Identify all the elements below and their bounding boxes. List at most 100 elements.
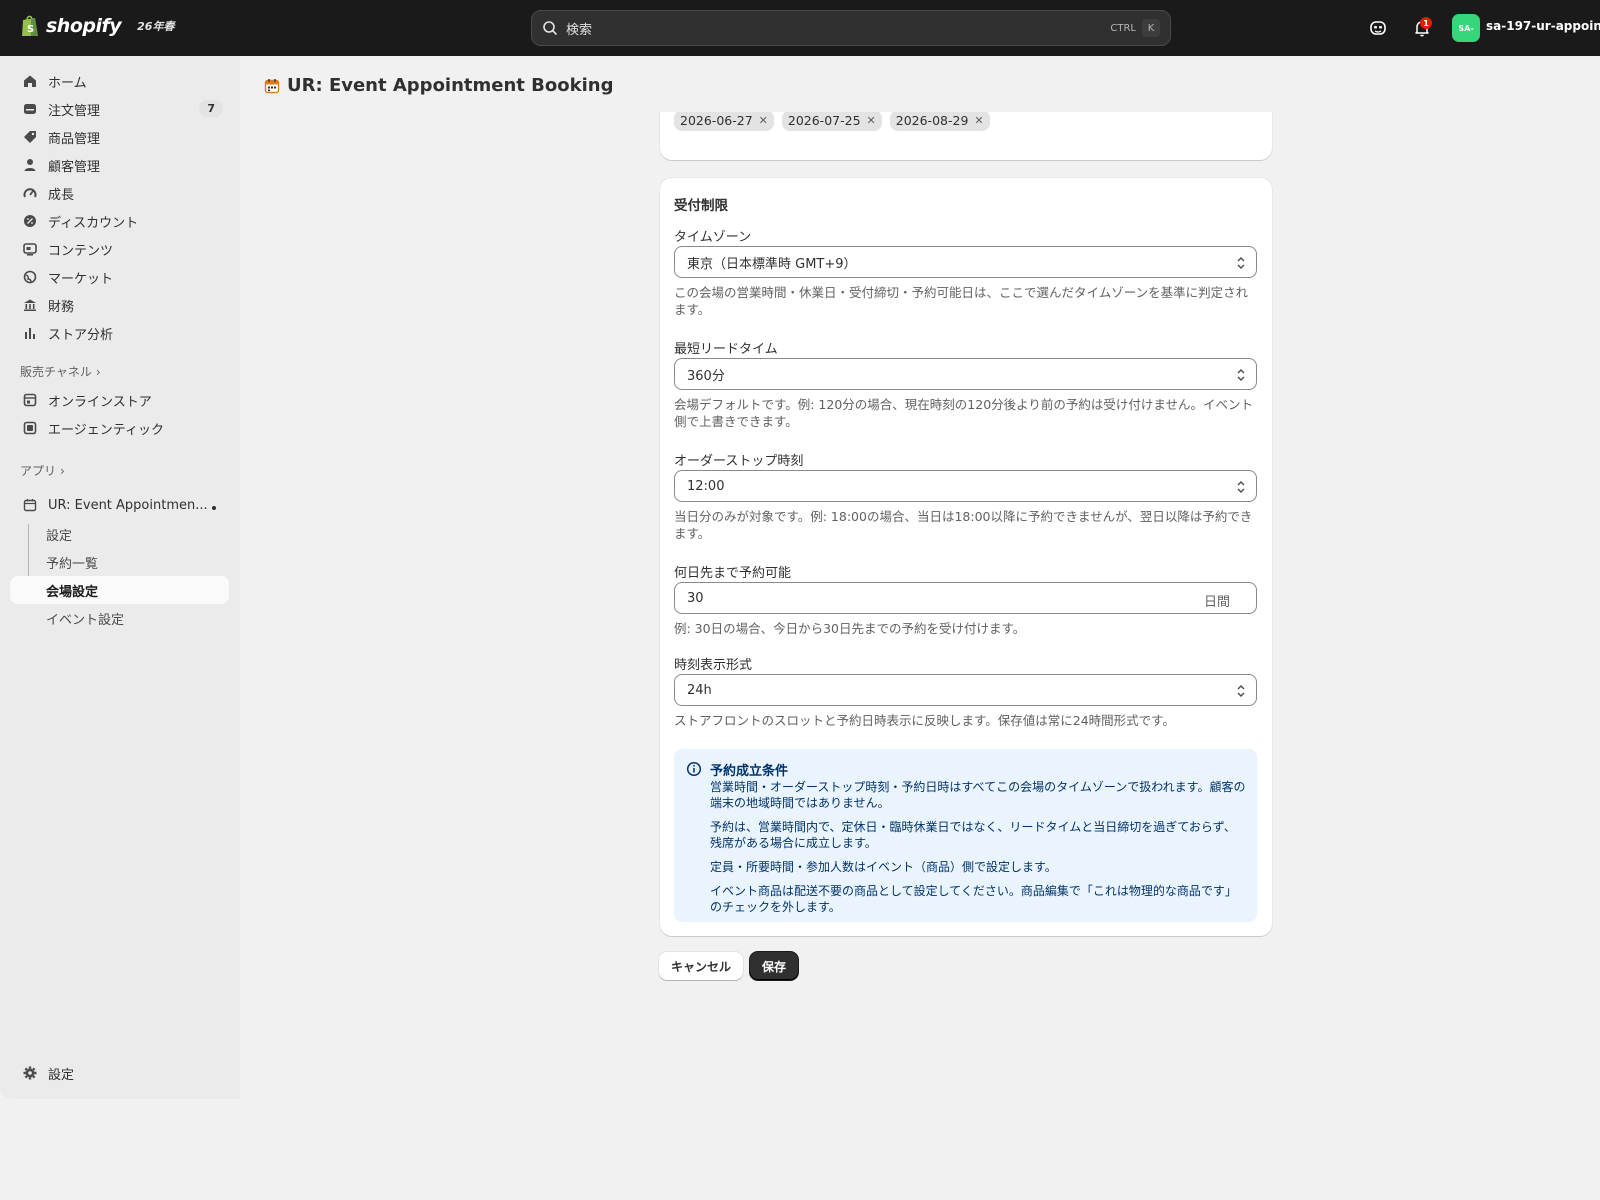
calendar-app-icon bbox=[264, 78, 280, 93]
sales-channels-header[interactable]: 販売チャネル › bbox=[20, 363, 101, 380]
sidebar-item-customers[interactable]: 顧客管理 bbox=[10, 151, 229, 179]
order-stop-help: 当日分のみが対象です。例: 18:00の場合、当日は18:00以降に予約できませ… bbox=[674, 509, 1253, 541]
close-icon[interactable]: ✕ bbox=[974, 114, 983, 127]
store-icon bbox=[22, 392, 38, 408]
svg-text:S: S bbox=[27, 24, 34, 35]
date-chip-label: 2026-07-25 bbox=[787, 113, 861, 128]
main-content: 2026-06-27 ✕ 2026-07-25 ✕ 2026-08-29 ✕ 受付制限… bbox=[240, 56, 1600, 1099]
orders-count-badge: 7 bbox=[199, 100, 223, 117]
lead-time-value: 360分 bbox=[687, 368, 725, 384]
select-chevron-icon bbox=[1237, 369, 1245, 381]
outside-area bbox=[0, 1099, 1600, 1200]
avatar[interactable]: SA- bbox=[1452, 14, 1480, 42]
sidebar-item-content[interactable]: コンテンツ bbox=[10, 235, 229, 263]
subitem-label: 会場設定 bbox=[46, 584, 99, 600]
subitem-label: 設定 bbox=[46, 528, 73, 544]
notification-badge: 1 bbox=[1420, 17, 1432, 29]
tag-icon bbox=[22, 129, 38, 145]
date-chip: 2026-08-29 ✕ bbox=[889, 110, 990, 131]
banner-paragraph: 営業時間・オーダーストップ時刻・予約日時はすべてこの会場のタイムゾーンで扱われま… bbox=[710, 780, 1246, 810]
time-format-select[interactable]: 24h bbox=[674, 674, 1257, 706]
sidebar-item-markets[interactable]: マーケット bbox=[10, 263, 229, 291]
save-button[interactable]: 保存 bbox=[750, 952, 798, 980]
sidebar-item-growth[interactable]: 成長 bbox=[10, 179, 229, 207]
edition-badge: 26年春 bbox=[137, 20, 175, 33]
cancel-button[interactable]: キャンセル bbox=[659, 952, 743, 980]
order-stop-select[interactable]: 12:00 bbox=[674, 470, 1257, 502]
sidebar-item-label: エージェンティック bbox=[48, 422, 164, 438]
banner-paragraph: イベント商品は配送不要の商品として設定してください。商品編集で「これは物理的な商… bbox=[710, 884, 1237, 914]
gauge-icon bbox=[22, 185, 38, 201]
sidebar-item-agentic[interactable]: エージェンティック bbox=[10, 414, 229, 442]
shopify-logo[interactable]: S shopify 26年春 bbox=[20, 14, 174, 38]
search-icon bbox=[543, 21, 557, 35]
apps-header[interactable]: アプリ › bbox=[20, 462, 65, 479]
timezone-label: タイムゾーン bbox=[674, 230, 752, 245]
order-stop-value: 12:00 bbox=[687, 478, 725, 494]
app-subitem-bookings[interactable]: 予約一覧 bbox=[10, 548, 229, 576]
sidebar-item-label: 商品管理 bbox=[48, 131, 101, 147]
order-stop-label: オーダーストップ時刻 bbox=[674, 454, 804, 469]
close-icon[interactable]: ✕ bbox=[867, 114, 876, 127]
sidebar-item-discounts[interactable]: ディスカウント bbox=[10, 207, 229, 235]
sidebar-item-settings[interactable]: 設定 bbox=[10, 1059, 229, 1087]
close-icon[interactable]: ✕ bbox=[759, 114, 768, 127]
sidebar-item-label: ホーム bbox=[48, 75, 87, 91]
sidebar-item-app[interactable]: UR: Event Appointmen... bbox=[10, 491, 229, 519]
app-subitem-settings[interactable]: 設定 bbox=[10, 520, 229, 548]
sidebar-item-online-store[interactable]: オンラインストア bbox=[10, 386, 229, 414]
sidebar-item-finance[interactable]: 財務 bbox=[10, 291, 229, 319]
gear-icon bbox=[22, 1065, 38, 1081]
sidebar-item-orders[interactable]: 注文管理 7 bbox=[10, 95, 229, 123]
agentic-icon bbox=[22, 420, 38, 436]
globe-icon bbox=[22, 269, 38, 285]
search-placeholder: 検索 bbox=[566, 22, 593, 38]
select-chevron-icon bbox=[1237, 257, 1245, 269]
sidebar-item-products[interactable]: 商品管理 bbox=[10, 123, 229, 151]
info-icon bbox=[686, 761, 702, 777]
days-ahead-input[interactable]: 30 日間 bbox=[674, 582, 1257, 614]
app-subitem-venue-settings[interactable]: 会場設定 bbox=[10, 576, 229, 604]
sidebar-item-label: コンテンツ bbox=[48, 243, 114, 259]
app-subitem-event-settings[interactable]: イベント設定 bbox=[10, 604, 229, 632]
days-ahead-suffix: 日間 bbox=[1203, 595, 1230, 610]
timezone-help: この会場の営業時間・休業日・受付締切・予約可能日は、ここで選んだタイムゾーンを基… bbox=[674, 285, 1249, 317]
shopify-bag-icon: S bbox=[22, 15, 38, 36]
closed-date-chips: 2026-06-27 ✕ 2026-07-25 ✕ 2026-08-29 ✕ bbox=[674, 110, 990, 131]
chevron-right-icon: › bbox=[95, 364, 101, 379]
store-name[interactable]: sa-197-ur-appointm bbox=[1486, 19, 1600, 33]
top-bar: S shopify 26年春 検索 CTRL K 1 SA- sa-197-ur bbox=[0, 0, 1600, 56]
person-icon bbox=[22, 157, 38, 173]
shortcut-key: K bbox=[1142, 19, 1160, 37]
app-pinned-dot bbox=[212, 506, 216, 510]
time-format-value: 24h bbox=[687, 682, 712, 698]
sidebar-item-analytics[interactable]: ストア分析 bbox=[10, 319, 229, 347]
date-chip-label: 2026-08-29 bbox=[895, 113, 969, 128]
chart-icon bbox=[22, 325, 38, 341]
time-format-help: ストアフロントのスロットと予約日時表示に反映します。保存値は常に24時間形式です… bbox=[674, 713, 1175, 728]
timezone-value: 東京（日本標準時 GMT+9） bbox=[687, 256, 857, 272]
lead-time-label: 最短リードタイム bbox=[674, 342, 778, 357]
sales-channels-label: 販売チャネル bbox=[20, 365, 92, 379]
days-ahead-help: 例: 30日の場合、今日から30日先までの予約を受け付けます。 bbox=[674, 621, 1026, 636]
select-chevron-icon bbox=[1237, 481, 1245, 493]
page-title: UR: Event Appointment Booking bbox=[264, 75, 613, 96]
sidebar-item-label: 注文管理 bbox=[48, 103, 101, 119]
sidebar-item-label: マーケット bbox=[48, 271, 114, 287]
sidebar-item-label: 設定 bbox=[48, 1067, 75, 1083]
bank-icon bbox=[22, 297, 38, 313]
sidebar-item-label: 成長 bbox=[48, 187, 75, 203]
search-input[interactable]: 検索 CTRL K bbox=[531, 10, 1171, 46]
sidebar-item-label: 財務 bbox=[48, 299, 75, 315]
admin-window: S shopify 26年春 検索 CTRL K 1 SA- sa-197-ur bbox=[0, 0, 1600, 1099]
days-ahead-label: 何日先まで予約可能 bbox=[674, 566, 792, 581]
sidebar-item-home[interactable]: ホーム bbox=[10, 67, 229, 95]
lead-time-select[interactable]: 360分 bbox=[674, 358, 1257, 390]
sidebar-item-label: 顧客管理 bbox=[48, 159, 101, 175]
card-title: 受付制限 bbox=[674, 198, 728, 214]
page-header: UR: Event Appointment Booking bbox=[240, 56, 1600, 112]
lead-time-help: 会場デフォルトです。例: 120分の場合、現在時刻の120分後より前の予約は受け… bbox=[674, 397, 1254, 429]
sidekick-icon[interactable] bbox=[1368, 18, 1388, 38]
logo-text: shopify bbox=[46, 15, 122, 37]
timezone-select[interactable]: 東京（日本標準時 GMT+9） bbox=[674, 246, 1257, 278]
